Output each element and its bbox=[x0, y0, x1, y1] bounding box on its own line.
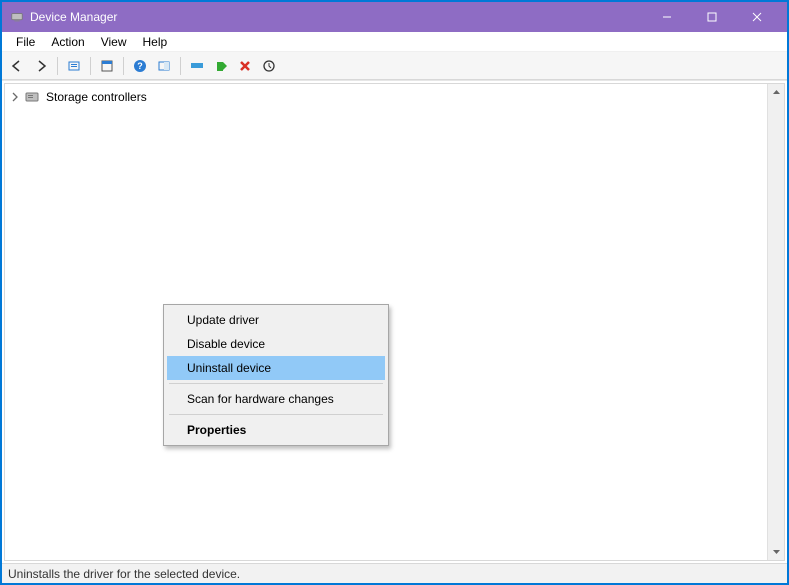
content-area: Storage controllers Update driverDisable… bbox=[2, 80, 787, 563]
storage-icon bbox=[24, 89, 40, 105]
expand-icon[interactable] bbox=[9, 91, 21, 103]
titlebar[interactable]: Device Manager bbox=[2, 2, 787, 32]
context-menu-separator bbox=[169, 383, 383, 384]
properties-button[interactable] bbox=[96, 55, 118, 77]
device-tree-pane[interactable]: Storage controllers Update driverDisable… bbox=[4, 83, 785, 561]
refresh-button[interactable] bbox=[153, 55, 175, 77]
minimize-button[interactable] bbox=[644, 2, 689, 32]
context-menu-properties[interactable]: Properties bbox=[167, 418, 385, 442]
app-icon bbox=[10, 10, 24, 24]
menu-action[interactable]: Action bbox=[43, 33, 92, 51]
context-menu-disable[interactable]: Disable device bbox=[167, 332, 385, 356]
svg-text:?: ? bbox=[137, 61, 143, 71]
scan-hardware-button[interactable] bbox=[258, 55, 280, 77]
close-button[interactable] bbox=[734, 2, 779, 32]
menubar: File Action View Help bbox=[2, 32, 787, 52]
enable-device-button[interactable] bbox=[210, 55, 232, 77]
menu-view[interactable]: View bbox=[93, 33, 135, 51]
update-driver-button[interactable] bbox=[186, 55, 208, 77]
tree-item-label: Storage controllers bbox=[43, 89, 150, 105]
toolbar-separator bbox=[57, 57, 58, 75]
menu-file[interactable]: File bbox=[8, 33, 43, 51]
window-title: Device Manager bbox=[30, 10, 117, 24]
tree-root-node[interactable]: Storage controllers bbox=[7, 88, 784, 106]
statusbar: Uninstalls the driver for the selected d… bbox=[2, 563, 787, 583]
menu-help[interactable]: Help bbox=[135, 33, 176, 51]
vertical-scrollbar[interactable] bbox=[767, 84, 784, 560]
scroll-up-button[interactable] bbox=[768, 84, 784, 101]
device-manager-window: Device Manager File Action View Help ? S… bbox=[2, 2, 787, 583]
context-menu-scan[interactable]: Scan for hardware changes bbox=[167, 387, 385, 411]
maximize-button[interactable] bbox=[689, 2, 734, 32]
context-menu-separator bbox=[169, 414, 383, 415]
forward-button[interactable] bbox=[30, 55, 52, 77]
back-button[interactable] bbox=[6, 55, 28, 77]
toolbar-separator bbox=[90, 57, 91, 75]
uninstall-device-button[interactable] bbox=[234, 55, 256, 77]
show-hidden-devices-button[interactable] bbox=[63, 55, 85, 77]
toolbar-separator bbox=[180, 57, 181, 75]
context-menu-uninstall[interactable]: Uninstall device bbox=[167, 356, 385, 380]
toolbar: ? bbox=[2, 52, 787, 80]
scroll-down-button[interactable] bbox=[768, 543, 784, 560]
status-text: Uninstalls the driver for the selected d… bbox=[8, 567, 240, 581]
toolbar-separator bbox=[123, 57, 124, 75]
context-menu-update[interactable]: Update driver bbox=[167, 308, 385, 332]
help-button[interactable]: ? bbox=[129, 55, 151, 77]
context-menu: Update driverDisable deviceUninstall dev… bbox=[163, 304, 389, 446]
